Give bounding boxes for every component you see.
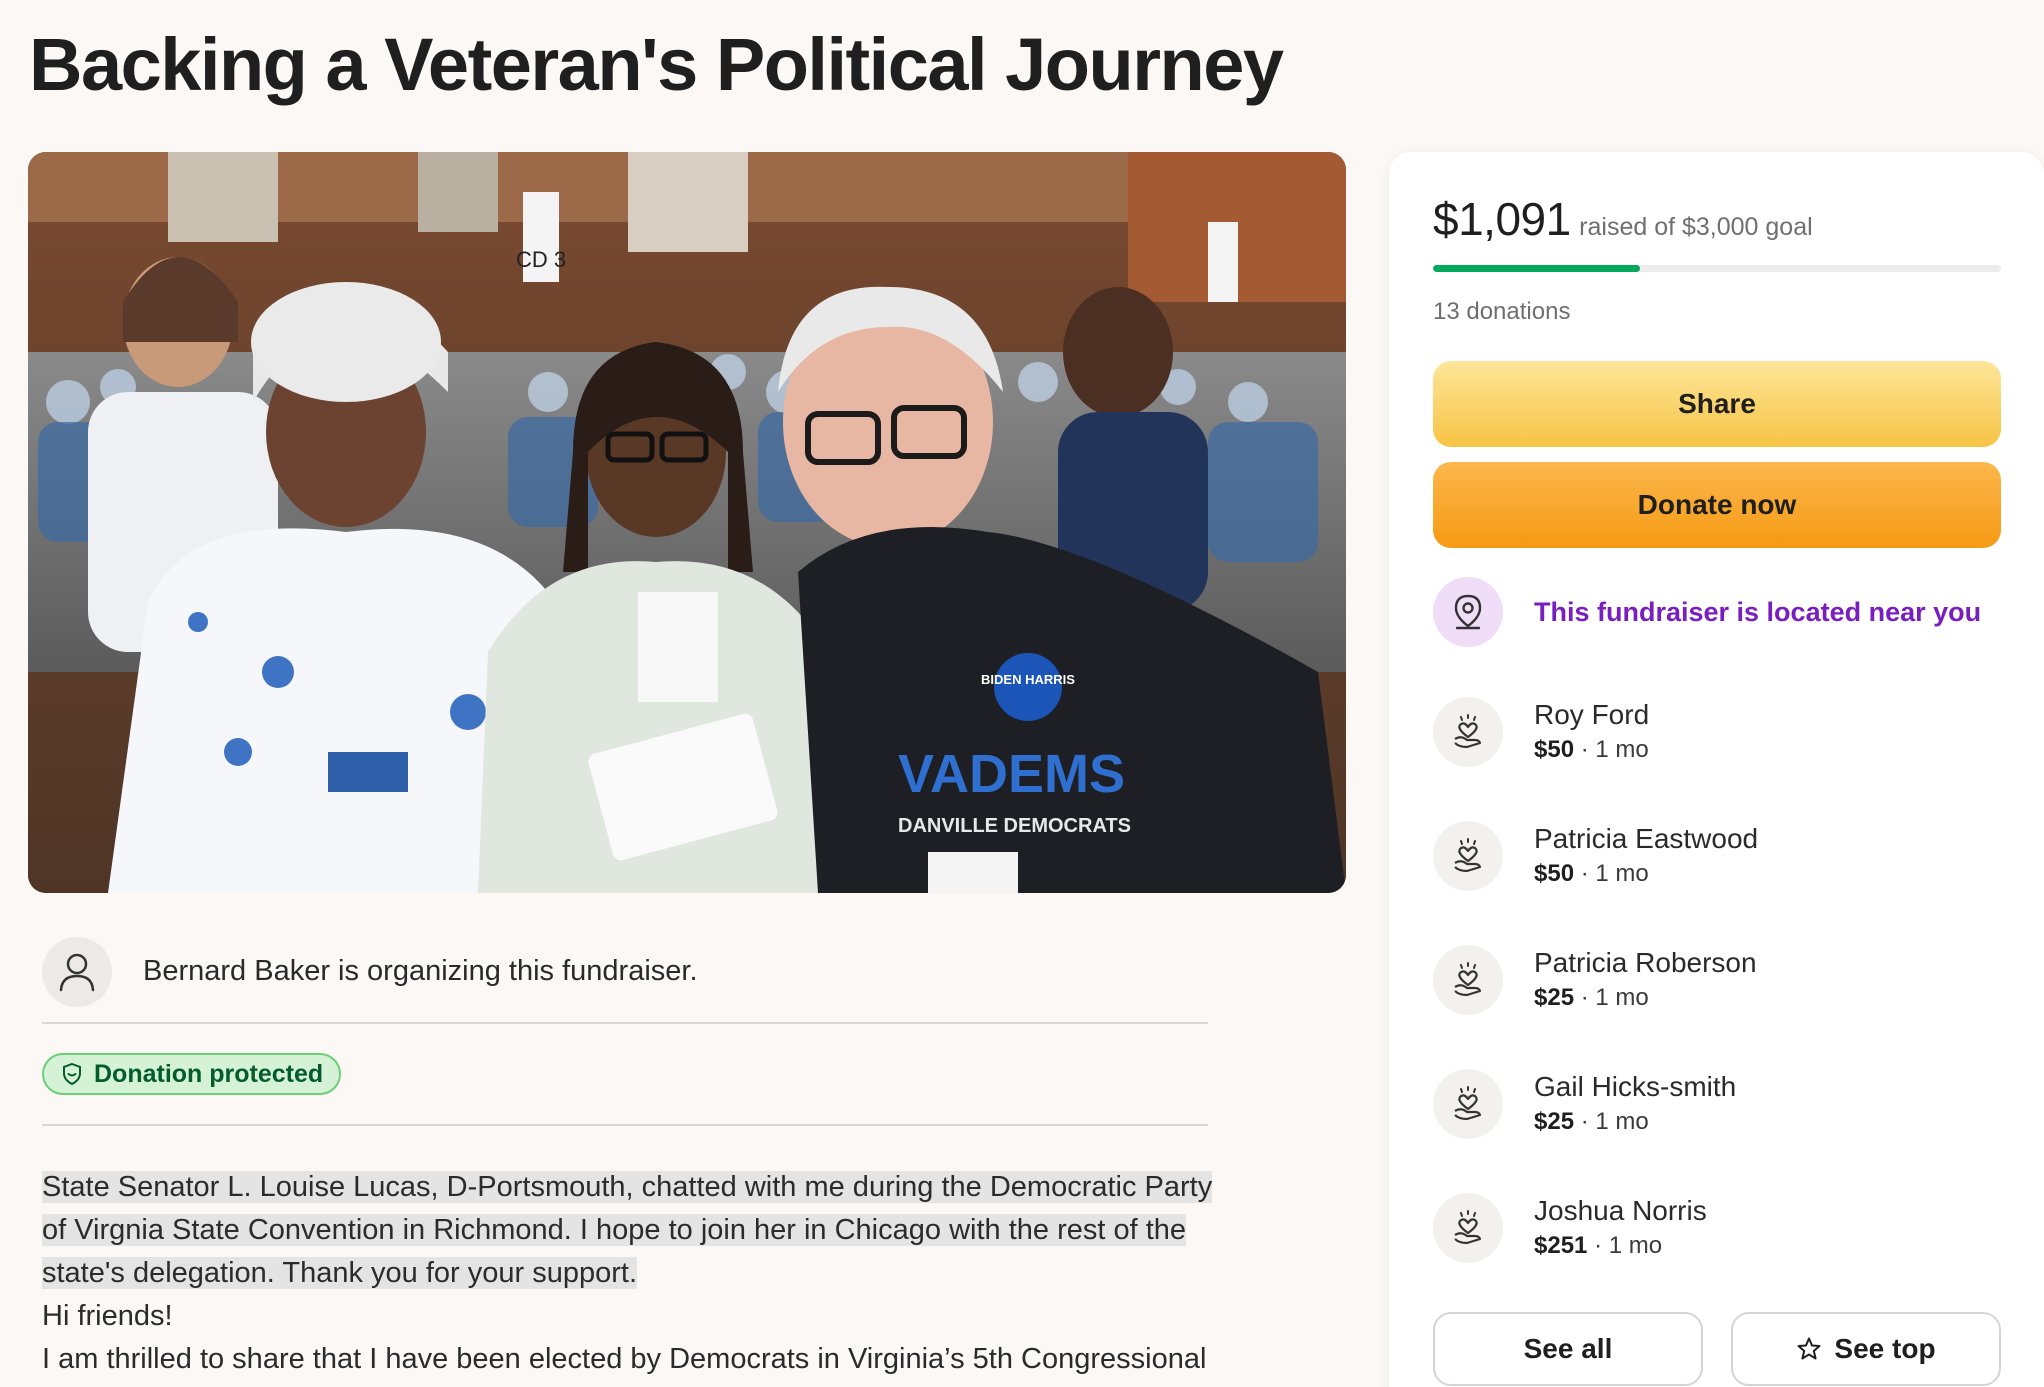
progress-fill bbox=[1433, 265, 1640, 272]
heart-hand-icon bbox=[1433, 697, 1503, 767]
story-line: of Virgnia State Convention in Richmond.… bbox=[42, 1214, 1187, 1246]
photo-button-text: BIDEN HARRIS bbox=[981, 672, 1075, 687]
raised-summary: $1,091 raised of $3,000 goal bbox=[1433, 192, 1813, 246]
donor-time: · 1 mo bbox=[1580, 860, 1649, 887]
donor-time: · 1 mo bbox=[1580, 984, 1649, 1011]
donor-name: Roy Ford bbox=[1534, 699, 1650, 730]
photo-illustration: CD 3 BIDEN HARRIS VADEMS DANVILLE DEMOCR… bbox=[28, 152, 1346, 893]
heart-hand-icon bbox=[1433, 821, 1503, 891]
photo-sign-cd3: CD 3 bbox=[516, 247, 566, 272]
donor-amount: $25 bbox=[1534, 984, 1575, 1011]
donor-time: · 1 mo bbox=[1594, 1232, 1663, 1259]
donor-name: Patricia Roberson bbox=[1534, 947, 1757, 978]
donor-meta: $50 · 1 mo bbox=[1534, 857, 1758, 891]
organizer-row: Bernard Baker is organizing this fundrai… bbox=[42, 924, 1208, 1024]
heart-hand-icon bbox=[1433, 945, 1503, 1015]
story-line: Hi friends! bbox=[42, 1300, 173, 1332]
user-icon bbox=[42, 936, 112, 1007]
donor-amount: $50 bbox=[1534, 860, 1575, 887]
donor-item: Patricia Roberson $25 · 1 mo bbox=[1433, 940, 1993, 1020]
donor-item: Roy Ford $50 · 1 mo bbox=[1433, 692, 1993, 772]
share-button[interactable]: Share bbox=[1433, 361, 2001, 447]
shield-icon bbox=[63, 1062, 81, 1086]
see-top-label: See top bbox=[1834, 1333, 1936, 1364]
donation-protected-badge[interactable]: Donation protected bbox=[42, 1053, 342, 1095]
fundraiser-page: Backing a Veteran's Political Journey CD… bbox=[0, 0, 2044, 1387]
donation-sidebar: $1,091 raised of $3,000 goal 13 donation… bbox=[1389, 152, 2044, 1387]
see-all-label: See all bbox=[1523, 1333, 1613, 1364]
heart-hand-icon bbox=[1433, 1069, 1503, 1139]
donor-item: Patricia Eastwood $50 · 1 mo bbox=[1433, 816, 1993, 896]
fundraiser-photo[interactable]: CD 3 BIDEN HARRIS VADEMS DANVILLE DEMOCR… bbox=[28, 152, 1346, 893]
nearby-text: This fundraiser is located near you bbox=[1534, 596, 1982, 627]
donor-meta: $50 · 1 mo bbox=[1534, 733, 1649, 767]
organizer-text: Bernard Baker is organizing this fundrai… bbox=[143, 955, 698, 987]
photo-shirt-subtext: DANVILLE DEMOCRATS bbox=[898, 815, 1131, 837]
donor-name: Patricia Eastwood bbox=[1534, 823, 1759, 854]
nearby-notice: This fundraiser is located near you bbox=[1433, 576, 2033, 648]
donor-time: · 1 mo bbox=[1580, 1108, 1649, 1135]
raised-amount: $1,091 bbox=[1433, 193, 1571, 245]
donor-meta: $25 · 1 mo bbox=[1534, 1105, 1736, 1139]
donor-amount: $50 bbox=[1534, 736, 1575, 763]
page-title: Backing a Veteran's Political Journey bbox=[29, 23, 1284, 106]
donation-protected-label: Donation protected bbox=[94, 1059, 324, 1088]
story-line: State Senator L. Louise Lucas, D-Portsmo… bbox=[42, 1171, 1213, 1203]
donor-item: Gail Hicks-smith $25 · 1 mo bbox=[1433, 1064, 1993, 1144]
donor-amount: $25 bbox=[1534, 1108, 1575, 1135]
donor-amount: $251 bbox=[1534, 1232, 1588, 1259]
photo-shirt-text: VADEMS bbox=[898, 744, 1125, 804]
star-icon bbox=[1797, 1337, 1821, 1360]
donor-item: Joshua Norris $251 · 1 mo bbox=[1433, 1188, 1993, 1268]
see-all-button[interactable]: See all bbox=[1433, 1312, 1703, 1386]
see-top-button[interactable]: See top bbox=[1731, 1312, 2001, 1386]
story-line: I am thrilled to share that I have been … bbox=[42, 1343, 1207, 1375]
donor-meta: $25 · 1 mo bbox=[1534, 981, 1757, 1015]
heart-hand-icon bbox=[1433, 1193, 1503, 1263]
protection-row: Donation protected bbox=[42, 1024, 1208, 1126]
donor-meta: $251 · 1 mo bbox=[1534, 1229, 1707, 1263]
story-line: state's delegation. Thank you for your s… bbox=[42, 1257, 638, 1289]
fundraiser-story: State Senator L. Louise Lucas, D-Portsmo… bbox=[42, 1166, 1222, 1381]
donor-name: Joshua Norris bbox=[1534, 1195, 1707, 1226]
donate-now-button[interactable]: Donate now bbox=[1433, 462, 2001, 548]
donor-name: Gail Hicks-smith bbox=[1534, 1071, 1737, 1102]
progress-bar bbox=[1433, 265, 2001, 272]
donor-time: · 1 mo bbox=[1580, 736, 1649, 763]
location-pin-icon bbox=[1433, 577, 1503, 647]
donations-count: 13 donations bbox=[1433, 298, 1571, 325]
goal-text: raised of $3,000 goal bbox=[1579, 213, 1813, 241]
